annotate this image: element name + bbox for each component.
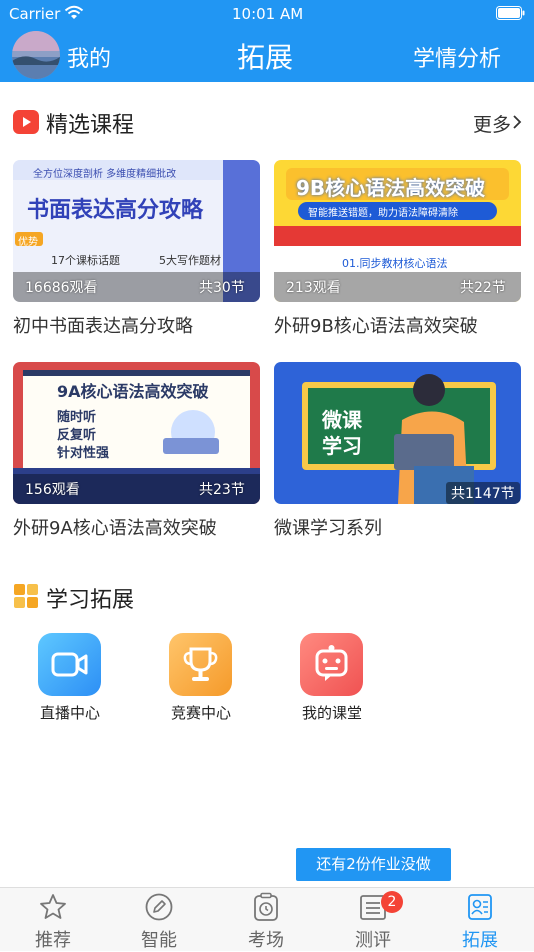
status-time: 10:01 AM [232, 5, 304, 23]
thumb-headline: 微课 [322, 408, 362, 432]
extension-icon [468, 894, 492, 920]
trophy-icon[interactable] [169, 633, 232, 696]
tool-label: 我的课堂 [301, 704, 362, 722]
tab-label: 推荐 [35, 930, 71, 951]
thumb-point: 针对性强 [57, 446, 110, 461]
battery-icon [496, 6, 525, 20]
chevron-right-icon[interactable] [512, 115, 522, 129]
tab-bar: 推荐 智能 考场 2 测评 拓展 [0, 887, 534, 951]
view-count: 213观看 [286, 280, 341, 296]
featured-section-title: 精选课程 [46, 113, 135, 138]
competition-center-button[interactable]: 竞赛中心 [151, 633, 251, 723]
my-class-button[interactable]: 我的课堂 [282, 633, 382, 723]
play-icon [13, 110, 39, 134]
pen-icon [145, 893, 173, 921]
course-card[interactable]: 微课 学习 共1147节 微课学习系列 [274, 362, 521, 540]
thumb-point: 17个课标话题 [51, 254, 120, 267]
homework-reminder-toast[interactable]: 还有2份作业没做 [296, 848, 451, 881]
tab-label: 考场 [248, 930, 284, 951]
tab-assessment[interactable]: 2 测评 [320, 888, 426, 951]
robot-icon[interactable] [300, 633, 363, 696]
thumb-headline: 学习 [322, 434, 362, 458]
thumb-badge: 优势 [18, 237, 38, 248]
tab-extension[interactable]: 拓展 [427, 888, 533, 951]
top-bar: Carrier 10:01 AM 我的 拓展 学情分析 [0, 0, 534, 82]
course-thumbnail[interactable]: 全方位深度剖析 多维度精细批改 书面表达高分攻略 优势 17个课标话题 5大写作… [13, 160, 260, 302]
tab-label: 拓展 [462, 930, 498, 951]
tab-exam[interactable]: 考场 [213, 888, 319, 951]
lesson-count: 共30节 [199, 280, 245, 296]
thumb-headline: 9B核心语法高效突破 [296, 176, 486, 200]
avatar[interactable] [12, 31, 60, 79]
learning-analysis-button[interactable]: 学情分析 [413, 41, 501, 73]
thumb-point: 反复听 [57, 428, 97, 443]
tool-label: 直播中心 [39, 704, 100, 722]
thumb-point: 01.同步教材核心语法 [342, 257, 448, 270]
course-thumbnail[interactable]: 9A核心语法高效突破 随时听 反复听 针对性强 156观看 共23节 [13, 362, 260, 504]
thumb-point: 随时听 [57, 410, 97, 425]
thumb-headline: 书面表达高分攻略 [27, 198, 204, 223]
tab-label: 测评 [355, 930, 391, 951]
video-camera-icon[interactable] [38, 633, 101, 696]
course-card[interactable]: 全方位深度剖析 多维度精细批改 书面表达高分攻略 优势 17个课标话题 5大写作… [13, 160, 260, 338]
clock-icon [254, 892, 278, 921]
tool-label: 竞赛中心 [170, 704, 231, 722]
thumb-tagline: 全方位深度剖析 多维度精细批改 [33, 169, 177, 180]
view-count: 156观看 [25, 482, 80, 498]
course-thumbnail[interactable]: 9B核心语法高效突破 智能推送错题，助力语法障碍清除 01.同步教材核心语法 2… [274, 160, 521, 302]
course-card[interactable]: 9A核心语法高效突破 随时听 反复听 针对性强 156观看 共23节 外研9A核… [13, 362, 260, 540]
wifi-icon [64, 5, 84, 19]
tab-recommend[interactable]: 推荐 [0, 888, 106, 951]
content-area: 精选课程 更多 全方位深度剖析 多维度精细批改 书面表达高分攻略 优势 17个课… [0, 82, 534, 887]
lesson-count: 共23节 [199, 482, 245, 498]
star-icon [40, 894, 66, 919]
course-title[interactable]: 外研9A核心语法高效突破 [13, 514, 260, 540]
page-title: 拓展 [237, 41, 294, 74]
course-title[interactable]: 微课学习系列 [274, 514, 521, 540]
course-card[interactable]: 9B核心语法高效突破 智能推送错题，助力语法障碍清除 01.同步教材核心语法 2… [274, 160, 521, 338]
course-thumbnail[interactable]: 微课 学习 共1147节 [274, 362, 521, 504]
tab-smart[interactable]: 智能 [106, 888, 212, 951]
my-button[interactable]: 我的 [67, 41, 111, 73]
tab-label: 智能 [141, 930, 177, 951]
thumb-point: 5大写作题材 [159, 254, 221, 267]
course-title[interactable]: 外研9B核心语法高效突破 [274, 312, 521, 338]
course-title[interactable]: 初中书面表达高分攻略 [13, 312, 260, 338]
grid-icon [14, 584, 38, 608]
view-count: 16686观看 [25, 280, 98, 296]
lesson-count: 共22节 [460, 280, 506, 296]
live-center-button[interactable]: 直播中心 [20, 633, 120, 723]
lesson-count: 共1147节 [446, 482, 520, 504]
thumb-subtitle: 智能推送错题，助力语法障碍清除 [308, 208, 458, 219]
extension-section-title: 学习拓展 [46, 588, 135, 613]
thumb-headline: 9A核心语法高效突破 [57, 382, 209, 401]
notification-badge: 2 [381, 891, 403, 913]
more-link[interactable]: 更多 [473, 110, 511, 137]
carrier-label: Carrier [9, 5, 61, 23]
